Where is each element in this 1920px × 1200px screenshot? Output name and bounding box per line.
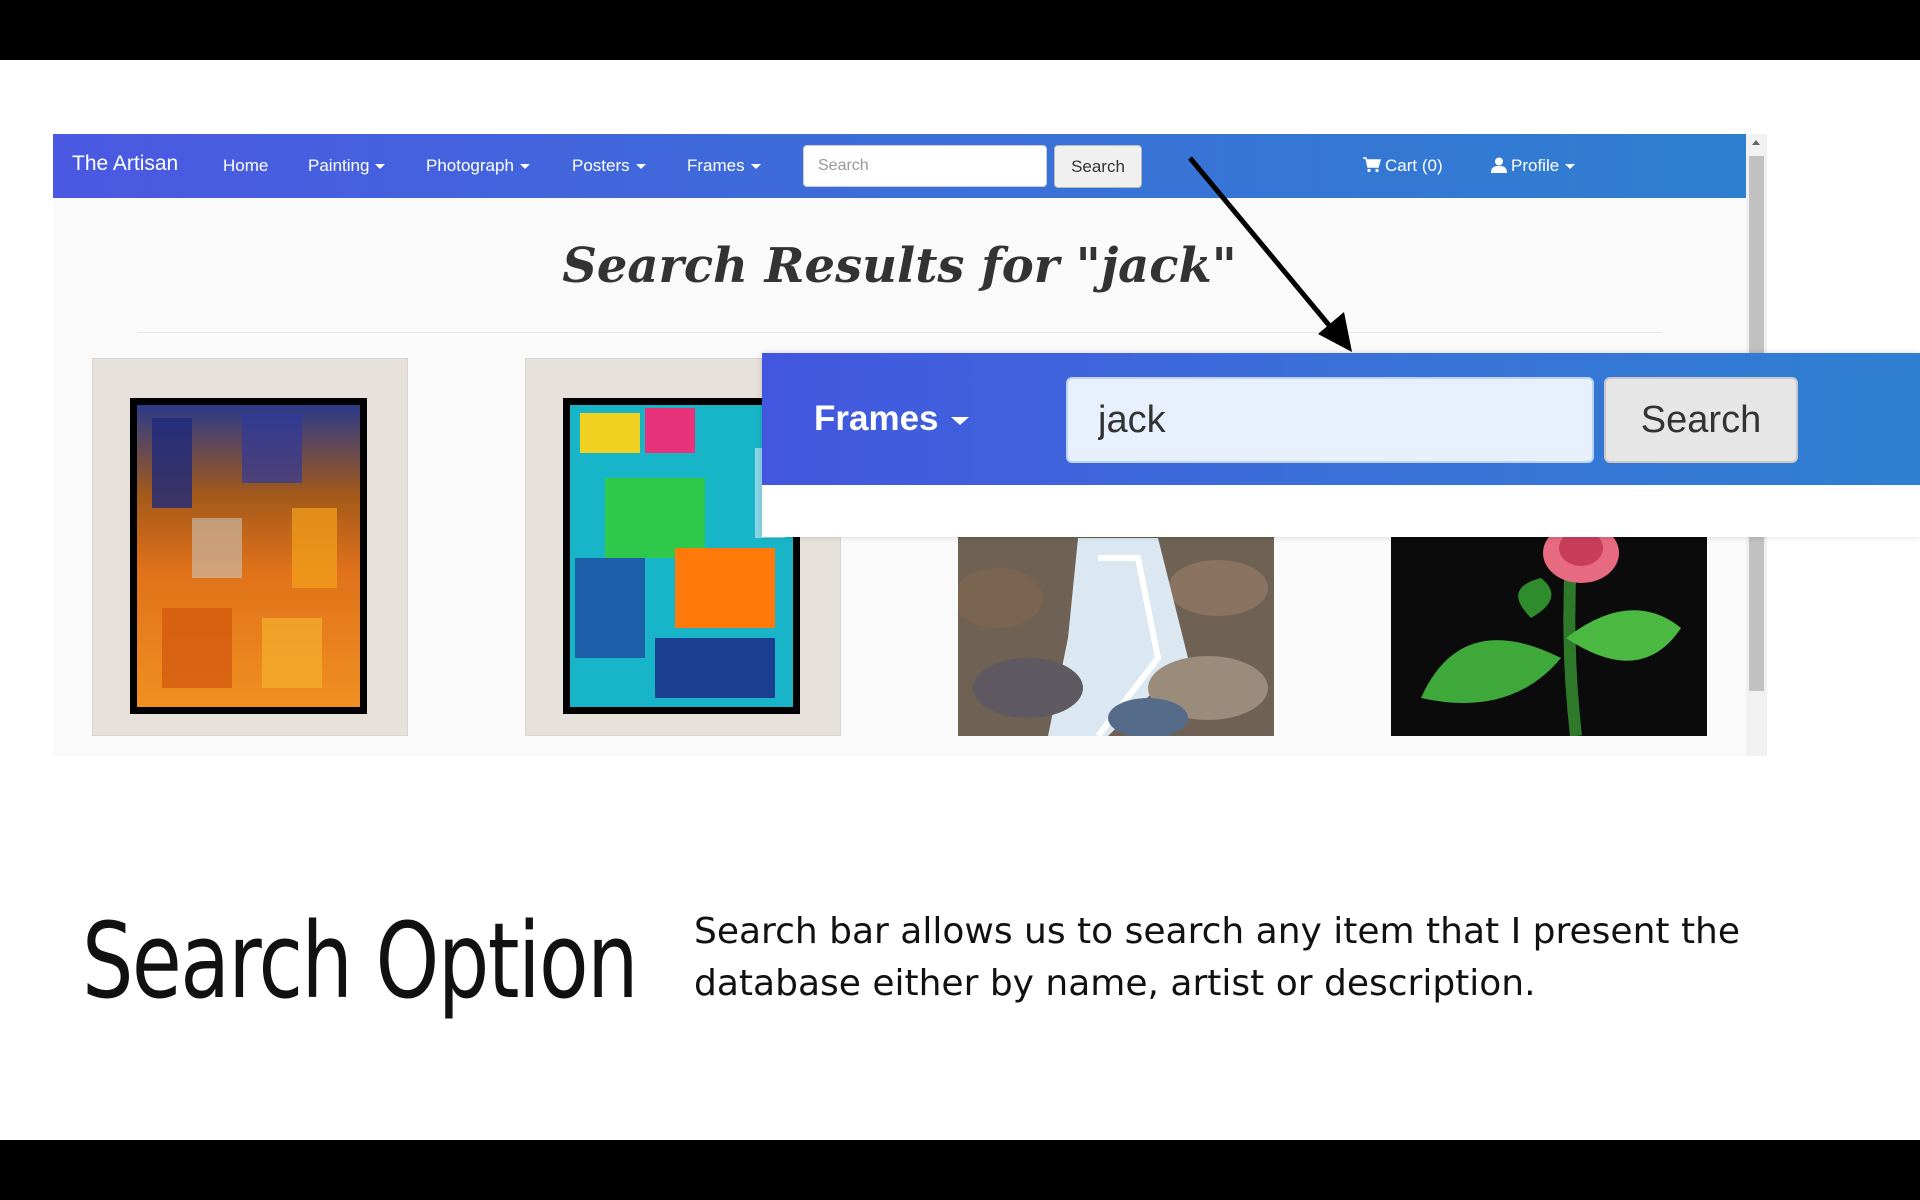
search-input[interactable] [803, 145, 1047, 187]
zoom-navbar: Frames Search [762, 353, 1920, 485]
letterbox-bottom [0, 1140, 1920, 1200]
navbar: The Artisan Home Painting Photograph Pos… [53, 134, 1746, 198]
cart-icon [1363, 157, 1381, 173]
caret-down-icon [950, 416, 969, 425]
caret-down-icon [635, 164, 646, 170]
arrow-icon [1188, 156, 1352, 352]
nav-frames-label: Frames [687, 156, 745, 175]
nav-home[interactable]: Home [223, 156, 268, 176]
nav-profile[interactable]: Profile [1491, 156, 1576, 176]
result-item[interactable] [92, 358, 408, 736]
nav-photograph-label: Photograph [426, 156, 514, 175]
zoom-search-button[interactable]: Search [1604, 377, 1798, 463]
zoom-frames-label: Frames [814, 399, 939, 438]
nav-home-label: Home [223, 156, 269, 175]
caret-down-icon [519, 164, 530, 170]
nav-painting-label: Painting [308, 156, 370, 175]
slide-title: Search Option [82, 900, 638, 1022]
zoom-search-input[interactable] [1066, 377, 1594, 463]
zoom-nav-frames[interactable]: Frames [814, 399, 969, 439]
nav-photograph[interactable]: Photograph [426, 156, 530, 176]
caret-down-icon [1565, 164, 1576, 170]
nav-painting[interactable]: Painting [308, 156, 386, 176]
nav-posters[interactable]: Posters [572, 156, 646, 176]
user-icon [1491, 157, 1507, 173]
results-title: Search Results for "jack" [562, 238, 1237, 294]
framed-abstract-warm-image [92, 358, 408, 736]
title-divider [137, 332, 1662, 333]
cart-label: Cart (0) [1385, 156, 1443, 175]
profile-label: Profile [1511, 156, 1560, 175]
search-button[interactable]: Search [1054, 145, 1142, 188]
nav-cart[interactable]: Cart (0) [1363, 156, 1443, 176]
caret-down-icon [750, 164, 761, 170]
nav-posters-label: Posters [572, 156, 630, 175]
caret-down-icon [375, 164, 386, 170]
nav-frames[interactable]: Frames [687, 156, 761, 176]
slide-description: Search bar allows us to search any item … [694, 911, 1741, 1004]
brand-link[interactable]: The Artisan [72, 152, 178, 176]
letterbox-top [0, 0, 1920, 60]
scroll-up-icon[interactable] [1752, 140, 1760, 145]
search-zoom-callout: Frames Search [762, 353, 1920, 537]
